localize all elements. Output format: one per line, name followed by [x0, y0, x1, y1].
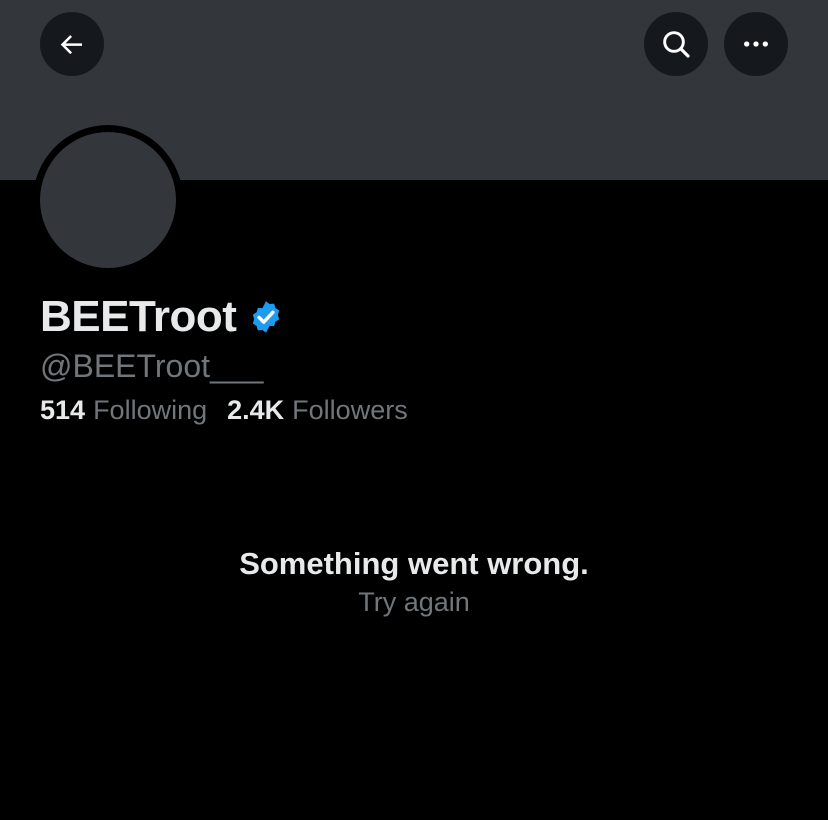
search-icon	[663, 31, 690, 58]
verified-badge-icon[interactable]	[248, 299, 284, 335]
more-options-button[interactable]	[724, 12, 788, 76]
back-button[interactable]	[40, 12, 104, 76]
more-horizontal-icon	[744, 41, 768, 47]
following-count: 514	[40, 395, 86, 425]
search-button[interactable]	[644, 12, 708, 76]
try-again-button[interactable]: Try again	[0, 584, 828, 620]
profile-page: BEETroot @BEETroot___ 514 Following 2.4K…	[0, 0, 828, 820]
arrow-left-icon	[60, 35, 82, 55]
following-label: Following	[93, 395, 208, 425]
follow-stats: 514 Following 2.4K Followers	[40, 392, 428, 428]
display-name: BEETroot	[40, 292, 237, 341]
avatar[interactable]	[40, 132, 176, 268]
followers-link[interactable]: 2.4K Followers	[227, 392, 408, 428]
followers-count: 2.4K	[227, 395, 285, 425]
name-row: BEETroot	[40, 290, 284, 344]
following-link[interactable]: 514 Following	[40, 392, 207, 428]
error-message: Something went wrong.	[239, 546, 589, 581]
followers-label: Followers	[292, 395, 408, 425]
profile-handle: @BEETroot___	[40, 348, 264, 384]
